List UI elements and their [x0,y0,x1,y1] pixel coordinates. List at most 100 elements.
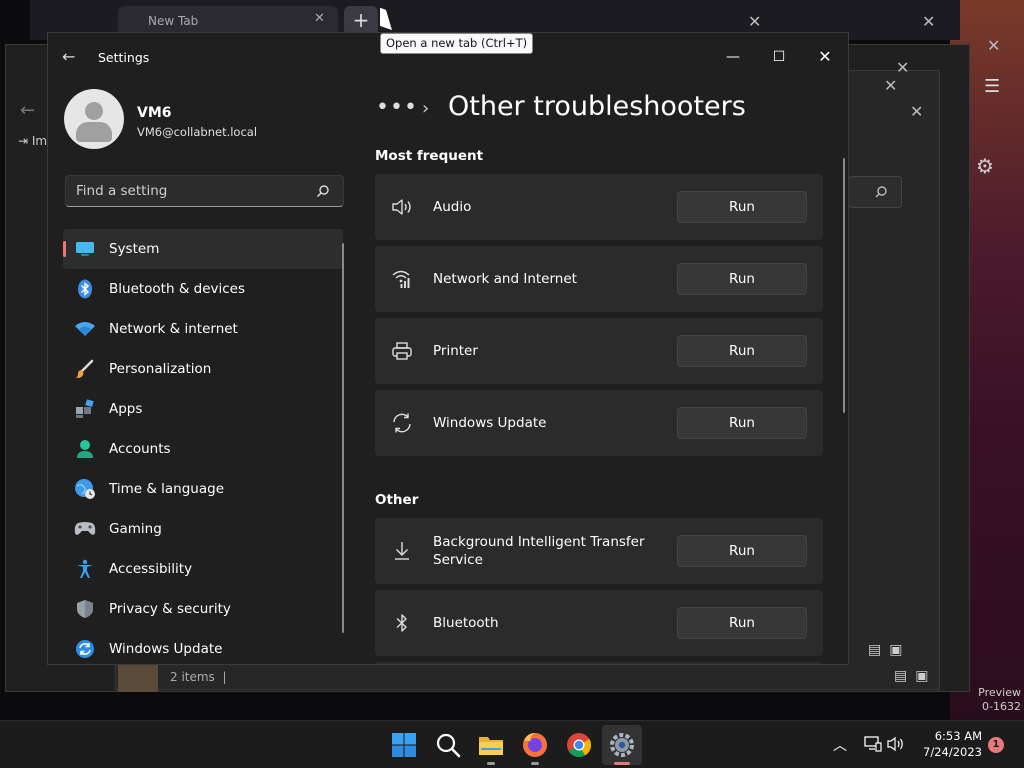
avatar-head [85,102,103,120]
run-bits-button[interactable]: Run [677,535,807,567]
minimize-button[interactable]: — [710,41,756,73]
windows-update-icon [74,638,96,660]
troubleshooter-label: Background Intelligent Transfer Service [433,534,645,568]
sidebar-item-label: Windows Update [109,641,223,657]
bluetooth-outline-icon [396,614,407,632]
app-title: Settings [98,50,150,65]
sidebar-item-label: Accounts [109,441,171,457]
troubleshooter-printer: Printer Run [375,318,823,384]
back-arrow-icon[interactable]: ← [62,47,75,66]
breadcrumb-more-button[interactable]: ••• [376,95,418,120]
background-close-icon: ✕ [896,58,910,77]
background-back-icon: ← [20,100,36,121]
notification-badge[interactable]: 1 [988,737,1004,753]
new-tab-tooltip: Open a new tab (Ctrl+T) [380,33,534,54]
settings-gear-icon[interactable] [608,731,636,759]
sidebar-item-label: Accessibility [109,561,193,577]
network-icon [392,270,410,288]
sidebar-scrollbar[interactable] [342,243,344,633]
windows-start-icon[interactable] [390,731,418,759]
background-search-box [848,176,902,208]
clock-date[interactable]: 7/24/2023 [912,745,982,759]
troubleshooter-audio: Audio Run [375,174,823,240]
background-side-label: ⇥ Im [18,134,48,148]
apps-icon [74,398,96,420]
find-setting-box[interactable] [65,175,344,207]
avatar-body [76,122,112,142]
sidebar-item-apps[interactable]: Apps [63,389,343,429]
accounts-icon [74,438,96,460]
sidebar-item-accessibility[interactable]: Accessibility [63,549,343,589]
settings-window: ← Settings — ☐ ✕ VM6 VM6@collabnet.local… [47,32,849,665]
system-icon [74,238,96,260]
sidebar-item-label: Gaming [109,521,162,537]
troubleshooter-label: Audio [433,199,472,215]
chrome-icon[interactable] [565,731,593,759]
browser-tab-close-icon[interactable]: ✕ [314,11,325,26]
tray-overflow-chevron-icon[interactable]: ︿ [833,735,847,755]
maximize-button[interactable]: ☐ [756,41,802,73]
sidebar-item-system[interactable]: System [63,229,343,269]
troubleshooter-label: Windows Update [433,415,547,431]
sidebar-item-bluetooth[interactable]: Bluetooth & devices [63,269,343,309]
taskbar-active-indicator [614,762,630,765]
sidebar-item-privacy-security[interactable]: Privacy & security [63,589,343,629]
chevron-right-icon: › [422,98,430,119]
avatar[interactable] [64,89,124,149]
clock-time[interactable]: 6:53 AM [912,729,982,743]
accessibility-icon [74,558,96,580]
sidebar-item-network[interactable]: Network & internet [63,309,343,349]
speaker-icon [392,199,411,215]
browser-tab-title: New Tab [148,14,199,28]
find-setting-input[interactable] [76,176,306,206]
background-close-icon: ✕ [748,12,762,31]
background-close-icon: ✕ [922,12,936,31]
taskbar: ︿ 6:53 AM 7/24/2023 1 [0,720,1024,768]
background-close-icon: ✕ [884,76,898,95]
run-printer-button[interactable]: Run [677,335,807,367]
run-audio-button[interactable]: Run [677,191,807,223]
troubleshooter-bluetooth: Bluetooth Run [375,590,823,656]
troubleshooter-next-partial [375,662,823,664]
troubleshooter-label: Printer [433,343,478,359]
run-windows-update-button[interactable]: Run [677,407,807,439]
user-name: VM6 [137,105,172,121]
content-scrollbar[interactable] [843,158,845,413]
page-title: Other troubleshooters [448,91,746,122]
search-icon[interactable] [316,184,330,198]
run-network-button[interactable]: Run [677,263,807,295]
sidebar-item-time-language[interactable]: Time & language [63,469,343,509]
taskbar-running-indicator [531,762,539,765]
download-icon [395,542,409,560]
troubleshooter-label: Network and Internet [433,271,577,287]
settings-nav: System Bluetooth & devices Network & int… [63,229,343,664]
sidebar-item-label: System [109,241,160,257]
network-monitor-icon[interactable] [864,736,882,752]
view-mode-icons: ▤▣ [894,668,937,684]
sidebar-item-label: Personalization [109,361,212,377]
firefox-icon[interactable] [521,731,549,759]
run-bluetooth-button[interactable]: Run [677,607,807,639]
menu-icon: ☰ [984,76,1001,97]
section-heading-other: Other [375,492,419,508]
globe-clock-icon [74,478,96,500]
troubleshooter-network: Network and Internet Run [375,246,823,312]
file-explorer-icon[interactable] [477,731,505,759]
volume-icon[interactable] [887,736,905,752]
close-button[interactable]: ✕ [802,41,848,73]
background-thumbnail [118,664,158,692]
refresh-icon [393,413,411,433]
sidebar-item-accounts[interactable]: Accounts [63,429,343,469]
sidebar-item-gaming[interactable]: Gaming [63,509,343,549]
taskbar-running-indicator [487,762,495,765]
search-icon [875,186,887,198]
status-item-count: 2 items | [170,670,227,684]
printer-icon [392,342,412,360]
troubleshooter-label: Bluetooth [433,615,499,631]
sidebar-item-personalization[interactable]: Personalization [63,349,343,389]
wifi-icon [74,318,96,340]
sidebar-item-windows-update[interactable]: Windows Update [63,629,343,664]
search-icon[interactable] [434,731,462,759]
sidebar-item-label: Privacy & security [109,601,231,617]
user-email: VM6@collabnet.local [137,125,258,139]
